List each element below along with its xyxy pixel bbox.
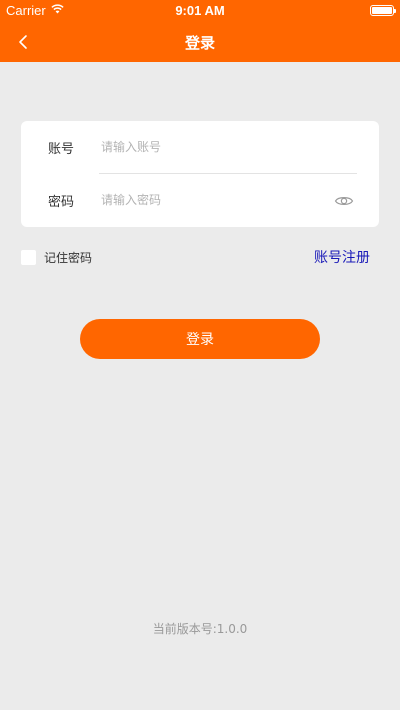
- version-text: 当前版本号:1.0.0: [152, 622, 248, 636]
- page-title: 登录: [184, 34, 215, 52]
- password-field-row: 密码: [21, 174, 379, 227]
- account-field-row: 账号: [21, 121, 379, 174]
- status-bar: Carrier 9:01 AM: [0, 0, 400, 22]
- account-label: 账号: [48, 142, 75, 157]
- register-link[interactable]: 账号注册: [314, 247, 370, 267]
- login-form-card: 账号 密码: [21, 121, 379, 227]
- login-button[interactable]: 登录: [80, 319, 320, 359]
- password-input[interactable]: [101, 187, 321, 213]
- battery-icon: [370, 5, 396, 16]
- status-time: 9:01 AM: [175, 3, 225, 18]
- remember-label: 记住密码: [44, 251, 93, 265]
- nav-bar: 登录: [0, 22, 400, 62]
- remember-checkbox[interactable]: [21, 250, 36, 265]
- account-input[interactable]: [101, 134, 321, 160]
- password-label: 密码: [48, 195, 75, 210]
- eye-icon[interactable]: [334, 191, 354, 211]
